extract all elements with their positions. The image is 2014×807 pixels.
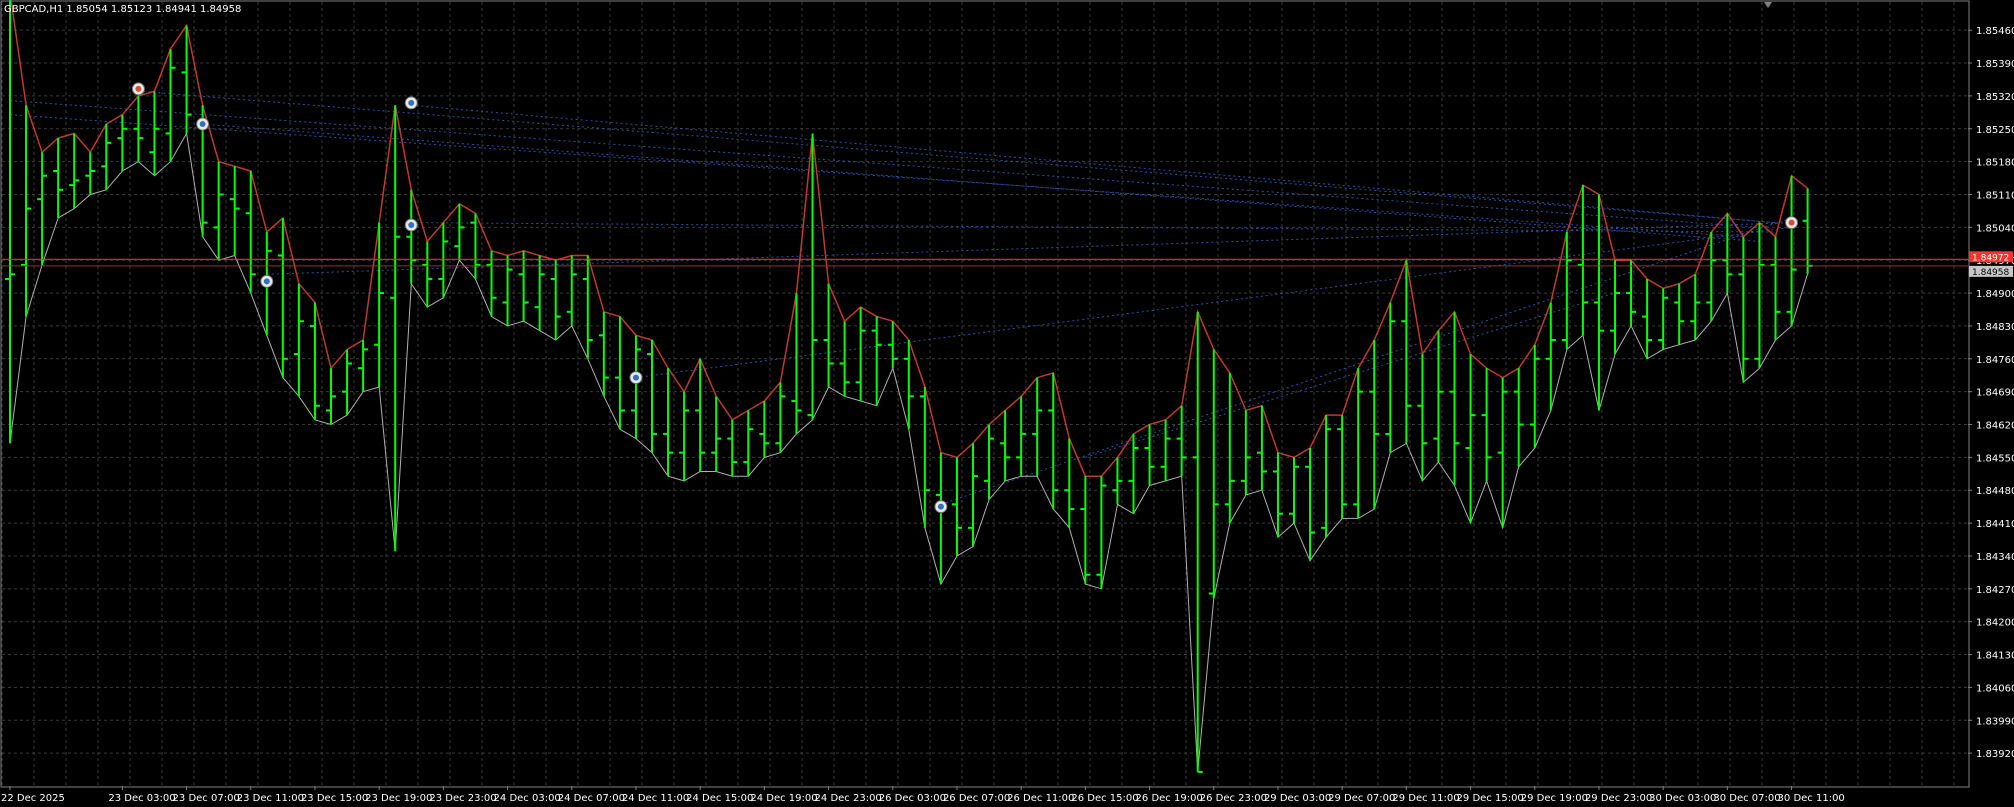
x-tick-label: 26 Dec 03:00: [879, 793, 946, 804]
x-tick-label: 24 Dec 03:00: [494, 793, 561, 804]
bid-price-label: 1.84958: [1972, 268, 2009, 278]
y-tick-label: 1.84270: [1976, 585, 2014, 596]
x-tick-label: 23 Dec 23:00: [429, 793, 496, 804]
chart-background: [0, 0, 2014, 807]
symbol-title: GBPCAD,H1 1.85054 1.85123 1.84941 1.8495…: [4, 4, 241, 15]
marker-core: [937, 503, 944, 510]
y-tick-label: 1.84060: [1976, 683, 2014, 694]
marker-core: [408, 221, 415, 228]
x-tick-label: 30 Dec 03:00: [1649, 793, 1716, 804]
y-tick-label: 1.84550: [1976, 453, 2014, 464]
y-tick-label: 1.84480: [1976, 486, 2014, 497]
y-tick-label: 1.85320: [1976, 92, 2014, 103]
x-tick-label: 26 Dec 11:00: [1007, 793, 1074, 804]
x-tick-label: 30 Dec 11:00: [1778, 793, 1845, 804]
x-tick-label: 29 Dec 19:00: [1521, 793, 1588, 804]
x-tick-label: 23 Dec 07:00: [173, 793, 240, 804]
x-tick-label: 26 Dec 07:00: [943, 793, 1010, 804]
buy-marker-icon[interactable]: [404, 218, 418, 232]
ask-price-label: 1.84972: [1972, 253, 2009, 263]
y-tick-label: 1.85180: [1976, 158, 2014, 169]
y-tick-label: 1.84200: [1976, 618, 2014, 629]
buy-marker-icon[interactable]: [196, 117, 210, 131]
marker-core: [199, 121, 206, 128]
y-tick-label: 1.84900: [1976, 289, 2014, 300]
x-tick-label: 26 Dec 23:00: [1200, 793, 1267, 804]
y-tick-label: 1.84340: [1976, 552, 2014, 563]
marker-core: [263, 278, 270, 285]
x-tick-label: 24 Dec 07:00: [558, 793, 625, 804]
marker-core: [135, 85, 142, 92]
y-tick-label: 1.85250: [1976, 125, 2014, 136]
marker-core: [1788, 219, 1795, 226]
marker-core: [408, 99, 415, 106]
y-tick-label: 1.83920: [1976, 749, 2014, 760]
y-tick-label: 1.85460: [1976, 26, 2014, 37]
x-tick-label: 23 Dec 19:00: [365, 793, 432, 804]
y-tick-label: 1.85110: [1976, 190, 2014, 201]
x-tick-label: 29 Dec 23:00: [1585, 793, 1652, 804]
x-tick-label: 23 Dec 15:00: [301, 793, 368, 804]
x-tick-label: 29 Dec 03:00: [1264, 793, 1331, 804]
y-tick-label: 1.83990: [1976, 716, 2014, 727]
x-tick-label: 30 Dec 07:00: [1713, 793, 1780, 804]
x-tick-label: 23 Dec 11:00: [237, 793, 304, 804]
sell-marker-icon[interactable]: [131, 82, 145, 96]
x-tick-label: 24 Dec 11:00: [622, 793, 689, 804]
y-tick-label: 1.84830: [1976, 322, 2014, 333]
x-tick-label: 22 Dec 2025: [1, 793, 65, 804]
y-tick-label: 1.84690: [1976, 388, 2014, 399]
y-tick-label: 1.84760: [1976, 355, 2014, 366]
buy-marker-icon[interactable]: [629, 371, 643, 385]
x-tick-label: 24 Dec 19:00: [750, 793, 817, 804]
marker-core: [632, 374, 639, 381]
price-chart[interactable]: 1.85460 1.85390 1.85320 1.85250 1.85180 1.851…: [0, 0, 2014, 807]
y-tick-label: 1.84620: [1976, 421, 2014, 432]
y-tick-label: 1.85040: [1976, 223, 2014, 234]
y-tick-label: 1.84410: [1976, 519, 2014, 530]
x-tick-label: 29 Dec 15:00: [1457, 793, 1524, 804]
buy-marker-icon[interactable]: [260, 274, 274, 288]
buy-marker-icon[interactable]: [404, 96, 418, 110]
x-tick-label: 26 Dec 19:00: [1136, 793, 1203, 804]
x-tick-label: 29 Dec 11:00: [1392, 793, 1459, 804]
x-tick-label: 24 Dec 15:00: [686, 793, 753, 804]
sell-marker-icon[interactable]: [1785, 216, 1799, 230]
x-tick-label: 23 Dec 03:00: [108, 793, 175, 804]
x-tick-label: 26 Dec 15:00: [1071, 793, 1138, 804]
x-tick-label: 29 Dec 07:00: [1328, 793, 1395, 804]
y-tick-label: 1.85390: [1976, 59, 2014, 70]
y-tick-label: 1.84130: [1976, 651, 2014, 662]
buy-marker-icon[interactable]: [934, 500, 948, 514]
x-tick-label: 24 Dec 23:00: [815, 793, 882, 804]
